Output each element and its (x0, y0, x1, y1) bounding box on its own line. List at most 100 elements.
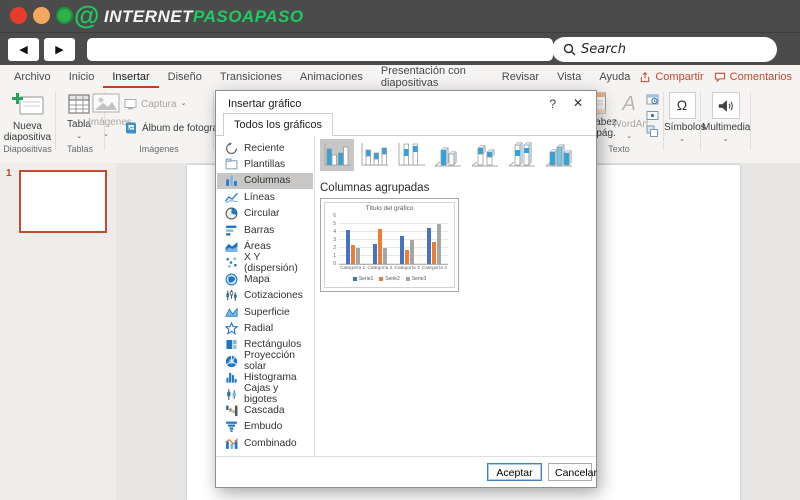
menu-tabs: Archivo Inicio Insertar Diseño Transiciones A… (0, 65, 639, 89)
subtype-thumb-stacked-column[interactable] (357, 139, 391, 171)
wordart-icon: A (622, 93, 636, 115)
category-item-superficie[interactable]: Superficie (217, 304, 313, 320)
subtype-thumb-clustered-column[interactable] (320, 139, 354, 171)
insert-chart-dialog: Insertar gráfico ? ✕ Todos los gráficos … (215, 90, 597, 488)
subtype-thumb-3d-clustered-column[interactable] (431, 139, 465, 171)
new-slide-label: Nueva diapositiva (3, 121, 52, 143)
capture-button[interactable]: Captura ⌄ (124, 98, 186, 110)
close-window-button[interactable] (10, 7, 27, 24)
menu-tab-animaciones[interactable]: Animaciones (291, 65, 372, 88)
subtype-thumb-3d-stacked-column[interactable] (468, 139, 502, 171)
multimedia-button[interactable]: Multimedia ⌄ (702, 92, 751, 144)
chart-preview[interactable]: Título del gráfico 6543210 Categoría 1 Ca… (320, 198, 459, 292)
category-item-columnas[interactable]: Columnas (217, 172, 313, 190)
category-item-embudo[interactable]: Embudo (217, 419, 313, 435)
chart-y-axis-labels: 6 5 4 3 2 1 0 (327, 213, 336, 267)
brand-pasoapaso: PASOAPASO (193, 7, 304, 26)
group-label-images: Imágenes (139, 144, 179, 154)
category-label: Combinado (244, 437, 297, 449)
menu-tab-insertar[interactable]: Insertar (103, 65, 158, 88)
minimize-window-button[interactable] (33, 7, 50, 24)
menu-tab-diseno[interactable]: Diseño (159, 65, 211, 88)
y-tick-label: 3 (333, 237, 336, 243)
maximize-window-button[interactable] (56, 7, 73, 24)
search-box[interactable]: Search (552, 37, 777, 62)
menu-tab-archivo[interactable]: Archivo (5, 65, 60, 88)
menu-tab-revisar[interactable]: Revisar (493, 65, 548, 88)
category-item-x-y-dispersion[interactable]: X Y (dispersión) (217, 252, 313, 274)
category-item-radial[interactable]: Radial (217, 320, 313, 336)
address-bar[interactable] (87, 38, 553, 61)
category-item-combinado[interactable]: Combinado (217, 435, 313, 451)
category-item-cotizaciones[interactable]: Cotizaciones (217, 288, 313, 304)
share-button[interactable]: Compartir (639, 70, 704, 83)
group-label-slides: Diapositivas (3, 144, 52, 154)
bar-serie2 (405, 249, 410, 264)
histogram-icon (225, 371, 238, 384)
category-item-plantillas[interactable]: Plantillas (217, 156, 313, 172)
category-label: Columnas (244, 175, 291, 187)
tab-all-charts[interactable]: Todos los gráficos (223, 113, 334, 136)
menu-tab-presentacion-con-diapositivas[interactable]: Presentación con diapositivas (372, 65, 493, 89)
chevron-down-icon: ⌄ (180, 100, 187, 107)
forward-button[interactable]: ▶ (44, 38, 75, 61)
menu-tab-vista[interactable]: Vista (548, 65, 590, 88)
bar-serie1 (345, 229, 350, 264)
y-tick-label: 1 (333, 253, 336, 259)
stock-icon (225, 289, 238, 302)
chart-plot-area (339, 216, 448, 265)
symbols-button[interactable]: Ω Símbolos ⌄ (664, 92, 706, 144)
insert-object-icon[interactable] (646, 125, 659, 138)
comments-button[interactable]: Comentarios (714, 71, 792, 83)
slide-number-icon[interactable] (646, 109, 659, 122)
radar-icon (225, 321, 238, 335)
menu-tab-transiciones[interactable]: Transiciones (211, 65, 291, 88)
chart-subtype-row (320, 139, 576, 171)
bar-serie2 (432, 241, 437, 264)
multimedia-label: Multimedia (702, 122, 751, 133)
category-item-lineas[interactable]: Líneas (217, 189, 313, 205)
y-tick-label: 0 (333, 261, 336, 267)
bars-icon (225, 224, 238, 237)
legend-swatch (352, 277, 357, 281)
menu-tab-inicio[interactable]: Inicio (60, 65, 104, 88)
date-time-icon[interactable] (646, 93, 659, 106)
waterfall-icon (225, 404, 238, 417)
bar-serie1 (372, 244, 377, 264)
category-item-proyeccion-solar[interactable]: Proyección solar (217, 350, 313, 372)
images-button[interactable]: Imágenes ⌄ (88, 92, 132, 139)
subtype-thumb-3d-column[interactable] (542, 139, 576, 171)
category-label: Histograma (244, 372, 297, 384)
category-item-circular[interactable]: Circular (217, 206, 313, 222)
subtype-thumb-100-stacked-column[interactable] (394, 139, 428, 171)
cancel-button[interactable]: Cancelar (548, 463, 597, 481)
menu-right-actions: Compartir Comentarios (639, 65, 800, 88)
category-item-barras[interactable]: Barras (217, 222, 313, 238)
omega-icon: Ω (668, 92, 696, 119)
subtype-thumb-3d-100-stacked-column[interactable] (505, 139, 539, 171)
wordart-button[interactable]: A WordArt ⌄ (612, 92, 649, 141)
category-item-cajas-y-bigotes[interactable]: Cajas y bigotes (217, 383, 313, 405)
category-label: Radial (244, 322, 274, 334)
comments-label: Comentarios (729, 70, 792, 83)
help-icon[interactable]: ? (549, 97, 556, 111)
slide-thumbnail[interactable] (19, 170, 107, 233)
combo-icon (225, 437, 238, 450)
back-button[interactable]: ◀ (8, 38, 39, 61)
share-label: Compartir (655, 70, 704, 83)
surface-icon (225, 306, 238, 319)
x-category-label: Categoría 3 (394, 266, 420, 271)
new-slide-icon (1, 92, 54, 118)
menu-tab-ayuda[interactable]: Ayuda (590, 65, 639, 88)
category-label: Rectángulos (244, 339, 302, 351)
close-icon[interactable]: ✕ (573, 96, 583, 110)
bar-serie3 (437, 224, 442, 264)
accept-button[interactable]: Aceptar (487, 463, 542, 481)
category-label: Mapa (244, 273, 270, 285)
bar-group-1 (345, 216, 360, 264)
category-label: Cascada (244, 404, 285, 416)
treemap-icon (225, 338, 238, 351)
scatter-icon (225, 256, 238, 269)
group-label-tables: Tablas (66, 144, 93, 154)
category-item-reciente[interactable]: Reciente (217, 140, 313, 156)
